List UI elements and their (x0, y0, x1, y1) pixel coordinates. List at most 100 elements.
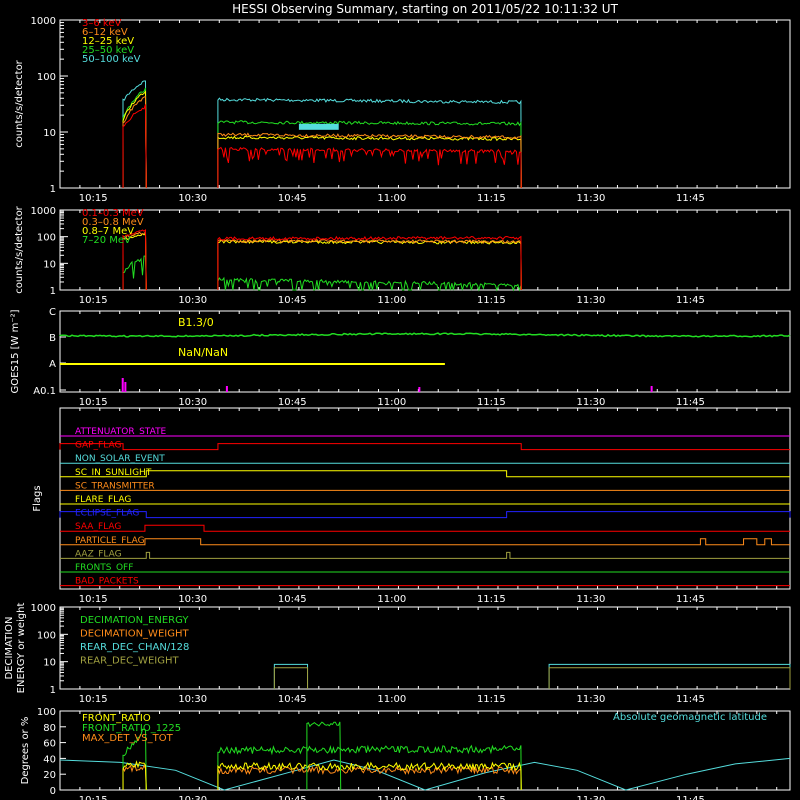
x-tick-label: 10:15 (79, 193, 108, 204)
flag-label: GAP_FLAG (75, 441, 121, 451)
y-tick-label: 100 (37, 707, 56, 718)
series-line (217, 120, 522, 189)
y-axis-label: counts/s/detector (14, 59, 25, 147)
flag-line (60, 470, 790, 478)
x-tick-label: 10:15 (79, 397, 108, 408)
panel-flags: 10:15 10:30 10:45 11:00 11:15 11:30 11:45 Flags… (32, 407, 791, 605)
x-tick-label: 10:15 (79, 694, 108, 705)
series-dip (298, 123, 339, 130)
legend-entry: DECIMATION_ENERGY (80, 615, 189, 626)
y-axis-label: DECIMATION (4, 616, 15, 679)
decimation-line (548, 667, 791, 689)
x-tick-label: 10:30 (178, 397, 207, 408)
x-tick-label: 10:30 (178, 694, 207, 705)
x-tick-label: 11:15 (477, 594, 506, 605)
y-tick-label: 1000 (31, 603, 56, 614)
panel-frame (59, 19, 791, 189)
x-tick-label: 11:00 (377, 397, 406, 408)
y-tick-label: 100 (37, 72, 56, 83)
legend-entry: REAR_DEC_CHAN/128 (80, 642, 189, 653)
x-tick-label: 11:45 (676, 795, 705, 800)
x-tick-label: 10:30 (178, 795, 207, 800)
panel-decimation: 10:15 10:30 10:45 11:00 11:15 11:30 11:45 1 10 10… (4, 603, 791, 705)
x-tick-label: 10:45 (278, 295, 307, 306)
legend-entry: REAR_DEC_WEIGHT (80, 656, 179, 667)
x-tick-label: 10:45 (278, 795, 307, 800)
x-tick-label: 10:30 (178, 193, 207, 204)
x-tick-label: 11:45 (676, 397, 705, 408)
series-line (122, 255, 147, 291)
ratio-line (122, 764, 147, 791)
goes-long-line (59, 332, 791, 338)
x-tick-label: 11:30 (576, 694, 605, 705)
y-tick-label: A (49, 359, 56, 370)
y-tick-label: A0.1 (33, 386, 56, 397)
y-tick-label: 60 (43, 739, 56, 750)
panel-lowenergy: 10:15 10:30 10:45 11:00 11:15 11:30 11:45 1 10 10… (14, 16, 791, 204)
goes-spike (650, 386, 653, 392)
observing-summary-chart: HESSI Observing Summary, starting on 201… (4, 2, 791, 800)
goes-spike (124, 382, 127, 392)
flag-line (60, 551, 790, 559)
x-tick-label: 11:15 (477, 193, 506, 204)
y-tick-label: 10 (43, 658, 56, 669)
x-tick-label: 11:45 (676, 193, 705, 204)
goes-spike (418, 387, 421, 392)
x-tick-label: 11:00 (377, 295, 406, 306)
flag-line (60, 538, 790, 546)
x-tick-label: 11:15 (477, 795, 506, 800)
y-tick-label: 100 (37, 233, 56, 244)
legend-entry: MAX_DET_VS_TOT (82, 733, 174, 744)
series-line (217, 146, 522, 189)
ratio-line (217, 761, 522, 791)
y-tick-label: 10 (43, 128, 56, 139)
x-tick-label: 11:00 (377, 594, 406, 605)
y-tick-label: 1000 (31, 206, 56, 217)
y-tick-label: 100 (37, 630, 56, 641)
series-line (217, 239, 522, 291)
flag-label: ECLIPSE_FLAG (75, 509, 139, 519)
legend-entry: 7–20 MeV (82, 235, 131, 246)
x-tick-label: 11:00 (377, 193, 406, 204)
series-line (217, 97, 522, 189)
y-axis-label: Degrees or % (20, 717, 31, 785)
y-tick-label: B (49, 333, 56, 344)
x-tick-label: 11:00 (377, 694, 406, 705)
x-tick-label: 11:45 (676, 694, 705, 705)
panel-goes: 10:15 10:30 10:45 11:00 11:15 11:30 11:45 A0.1 A… (10, 307, 791, 408)
legend-entry: Absolute geomagnetic latitude (613, 712, 767, 723)
x-tick-label: 11:30 (576, 193, 605, 204)
decimation-line (273, 667, 309, 689)
y-tick-label: 1 (50, 184, 56, 195)
flag-line (59, 443, 790, 451)
x-tick-label: 10:15 (79, 295, 108, 306)
x-tick-label: 10:45 (278, 594, 307, 605)
x-tick-label: 11:30 (576, 295, 605, 306)
x-tick-label: 11:00 (377, 795, 406, 800)
flag-line (60, 524, 790, 532)
y-tick-label: 20 (43, 770, 56, 781)
legend-entry: DECIMATION_WEIGHT (80, 629, 189, 640)
y-tick-label: 10 (43, 259, 56, 270)
y-tick-label: 80 (43, 723, 56, 734)
legend-entry: 50–100 keV (82, 54, 141, 65)
panel-frame (59, 407, 791, 590)
y-axis-label: Flags (32, 485, 43, 511)
x-tick-label: 11:30 (576, 397, 605, 408)
series-line (122, 80, 147, 189)
panel-frame (59, 209, 791, 291)
x-tick-label: 10:15 (79, 795, 108, 800)
y-axis-label: ENERGY or weight (16, 603, 27, 694)
x-tick-label: 10:30 (178, 594, 207, 605)
ratio-plateau (306, 721, 342, 791)
x-tick-label: 10:45 (278, 193, 307, 204)
x-tick-label: 11:15 (477, 694, 506, 705)
x-tick-label: 11:45 (676, 594, 705, 605)
y-tick-label: 1 (50, 685, 56, 696)
series-line (217, 238, 522, 291)
ratio-line (217, 764, 522, 791)
x-tick-label: 10:15 (79, 594, 108, 605)
goes-spike (225, 386, 228, 392)
series-line (217, 276, 522, 292)
goes-annotation-long: B1.3/0 (178, 316, 214, 329)
